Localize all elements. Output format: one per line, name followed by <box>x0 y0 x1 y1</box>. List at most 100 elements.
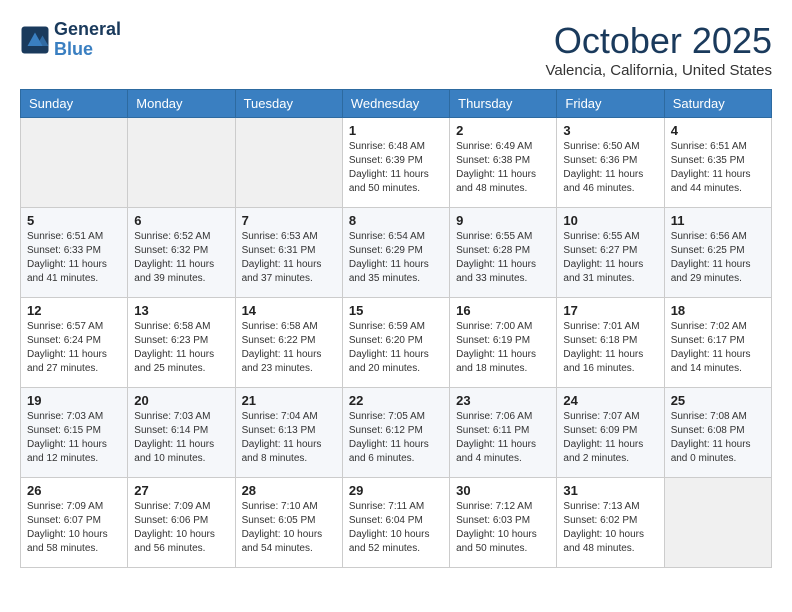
day-number: 6 <box>134 213 228 228</box>
logo: General Blue <box>20 20 121 60</box>
day-number: 23 <box>456 393 550 408</box>
day-number: 20 <box>134 393 228 408</box>
calendar-cell: 7Sunrise: 6:53 AM Sunset: 6:31 PM Daylig… <box>235 208 342 298</box>
calendar-cell <box>235 118 342 208</box>
weekday-header-row: SundayMondayTuesdayWednesdayThursdayFrid… <box>21 90 772 118</box>
day-info: Sunrise: 7:13 AM Sunset: 6:02 PM Dayligh… <box>563 500 657 556</box>
calendar-week-2: 5 Sunrise: 6:51 AM Sunset: 6:33 PM Daylig… <box>21 208 772 298</box>
weekday-friday: Friday <box>557 90 664 118</box>
day-info: Sunrise: 6:54 AM Sunset: 6:29 PM Dayligh… <box>349 230 443 286</box>
calendar-cell: 5 Sunrise: 6:51 AM Sunset: 6:33 PM Daylig… <box>21 208 128 298</box>
calendar-week-3: 12 Sunrise: 6:57 AM Sunset: 6:24 PM Dayli… <box>21 298 772 388</box>
logo-text: General Blue <box>54 20 121 60</box>
weekday-saturday: Saturday <box>664 90 771 118</box>
calendar-cell: 6 Sunrise: 6:52 AM Sunset: 6:32 PM Daylig… <box>128 208 235 298</box>
day-number: 19 <box>27 393 121 408</box>
day-number: 1 <box>349 123 443 138</box>
calendar-cell: 26Sunrise: 7:09 AM Sunset: 6:07 PM Dayli… <box>21 478 128 568</box>
day-info: Sunrise: 7:09 AM Sunset: 6:06 PM Dayligh… <box>134 500 228 556</box>
calendar-week-4: 19Sunrise: 7:03 AM Sunset: 6:15 PM Dayli… <box>21 388 772 478</box>
weekday-tuesday: Tuesday <box>235 90 342 118</box>
day-info: Sunrise: 6:52 AM Sunset: 6:32 PM Dayligh… <box>134 230 228 286</box>
day-info: Sunrise: 6:50 AM Sunset: 6:36 PM Dayligh… <box>563 140 657 196</box>
day-number: 11 <box>671 213 765 228</box>
calendar-cell <box>128 118 235 208</box>
day-number: 14 <box>242 303 336 318</box>
month-title: October 2025 <box>545 20 772 62</box>
logo-icon <box>20 25 50 55</box>
weekday-monday: Monday <box>128 90 235 118</box>
day-info: Sunrise: 7:12 AM Sunset: 6:03 PM Dayligh… <box>456 500 550 556</box>
calendar-cell: 9Sunrise: 6:55 AM Sunset: 6:28 PM Daylig… <box>450 208 557 298</box>
calendar-cell <box>664 478 771 568</box>
day-number: 24 <box>563 393 657 408</box>
day-number: 15 <box>349 303 443 318</box>
calendar-cell: 8 Sunrise: 6:54 AM Sunset: 6:29 PM Daylig… <box>342 208 449 298</box>
weekday-wednesday: Wednesday <box>342 90 449 118</box>
day-info: Sunrise: 6:53 AM Sunset: 6:31 PM Dayligh… <box>242 230 336 286</box>
day-info: Sunrise: 7:00 AM Sunset: 6:19 PM Dayligh… <box>456 320 550 376</box>
day-number: 31 <box>563 483 657 498</box>
calendar-cell: 24Sunrise: 7:07 AM Sunset: 6:09 PM Dayli… <box>557 388 664 478</box>
day-number: 29 <box>349 483 443 498</box>
day-number: 5 <box>27 213 121 228</box>
day-info: Sunrise: 7:02 AM Sunset: 6:17 PM Dayligh… <box>671 320 765 376</box>
day-number: 3 <box>563 123 657 138</box>
day-info: Sunrise: 6:55 AM Sunset: 6:27 PM Dayligh… <box>563 230 657 286</box>
weekday-sunday: Sunday <box>21 90 128 118</box>
day-number: 28 <box>242 483 336 498</box>
calendar-cell: 29 Sunrise: 7:11 AM Sunset: 6:04 PM Dayli… <box>342 478 449 568</box>
day-number: 27 <box>134 483 228 498</box>
day-number: 25 <box>671 393 765 408</box>
day-info: Sunrise: 7:04 AM Sunset: 6:13 PM Dayligh… <box>242 410 336 466</box>
calendar-cell: 3 Sunrise: 6:50 AM Sunset: 6:36 PM Daylig… <box>557 118 664 208</box>
day-info: Sunrise: 7:10 AM Sunset: 6:05 PM Dayligh… <box>242 500 336 556</box>
calendar-cell: 20 Sunrise: 7:03 AM Sunset: 6:14 PM Dayli… <box>128 388 235 478</box>
day-info: Sunrise: 7:01 AM Sunset: 6:18 PM Dayligh… <box>563 320 657 376</box>
calendar-table: SundayMondayTuesdayWednesdayThursdayFrid… <box>20 89 772 568</box>
calendar-cell: 11 Sunrise: 6:56 AM Sunset: 6:25 PM Dayli… <box>664 208 771 298</box>
calendar-cell: 22 Sunrise: 7:05 AM Sunset: 6:12 PM Dayli… <box>342 388 449 478</box>
calendar-cell: 1 Sunrise: 6:48 AM Sunset: 6:39 PM Daylig… <box>342 118 449 208</box>
location-subtitle: Valencia, California, United States <box>545 62 772 79</box>
title-block: October 2025 Valencia, California, Unite… <box>545 20 772 79</box>
day-number: 8 <box>349 213 443 228</box>
calendar-cell: 25 Sunrise: 7:08 AM Sunset: 6:08 PM Dayli… <box>664 388 771 478</box>
day-info: Sunrise: 7:11 AM Sunset: 6:04 PM Dayligh… <box>349 500 443 556</box>
day-number: 18 <box>671 303 765 318</box>
day-number: 4 <box>671 123 765 138</box>
day-number: 30 <box>456 483 550 498</box>
day-info: Sunrise: 7:06 AM Sunset: 6:11 PM Dayligh… <box>456 410 550 466</box>
day-info: Sunrise: 6:56 AM Sunset: 6:25 PM Dayligh… <box>671 230 765 286</box>
calendar-cell: 13Sunrise: 6:58 AM Sunset: 6:23 PM Dayli… <box>128 298 235 388</box>
day-info: Sunrise: 7:03 AM Sunset: 6:14 PM Dayligh… <box>134 410 228 466</box>
calendar-cell: 18 Sunrise: 7:02 AM Sunset: 6:17 PM Dayli… <box>664 298 771 388</box>
calendar-cell: 17Sunrise: 7:01 AM Sunset: 6:18 PM Dayli… <box>557 298 664 388</box>
page-header: General Blue October 2025 Valencia, Cali… <box>20 20 772 79</box>
day-number: 12 <box>27 303 121 318</box>
calendar-cell: 31 Sunrise: 7:13 AM Sunset: 6:02 PM Dayli… <box>557 478 664 568</box>
calendar-week-1: 1 Sunrise: 6:48 AM Sunset: 6:39 PM Daylig… <box>21 118 772 208</box>
calendar-cell: 14Sunrise: 6:58 AM Sunset: 6:22 PM Dayli… <box>235 298 342 388</box>
calendar-cell: 4 Sunrise: 6:51 AM Sunset: 6:35 PM Daylig… <box>664 118 771 208</box>
day-number: 22 <box>349 393 443 408</box>
calendar-week-5: 26Sunrise: 7:09 AM Sunset: 6:07 PM Dayli… <box>21 478 772 568</box>
calendar-cell <box>21 118 128 208</box>
calendar-cell: 30 Sunrise: 7:12 AM Sunset: 6:03 PM Dayli… <box>450 478 557 568</box>
day-info: Sunrise: 7:05 AM Sunset: 6:12 PM Dayligh… <box>349 410 443 466</box>
calendar-cell: 2 Sunrise: 6:49 AM Sunset: 6:38 PM Daylig… <box>450 118 557 208</box>
day-number: 10 <box>563 213 657 228</box>
day-info: Sunrise: 6:55 AM Sunset: 6:28 PM Dayligh… <box>456 230 550 286</box>
day-info: Sunrise: 7:08 AM Sunset: 6:08 PM Dayligh… <box>671 410 765 466</box>
day-info: Sunrise: 6:51 AM Sunset: 6:33 PM Dayligh… <box>27 230 121 286</box>
day-info: Sunrise: 6:57 AM Sunset: 6:24 PM Dayligh… <box>27 320 121 376</box>
day-number: 13 <box>134 303 228 318</box>
day-number: 21 <box>242 393 336 408</box>
day-info: Sunrise: 6:49 AM Sunset: 6:38 PM Dayligh… <box>456 140 550 196</box>
day-info: Sunrise: 6:51 AM Sunset: 6:35 PM Dayligh… <box>671 140 765 196</box>
day-number: 2 <box>456 123 550 138</box>
calendar-cell: 27 Sunrise: 7:09 AM Sunset: 6:06 PM Dayli… <box>128 478 235 568</box>
day-info: Sunrise: 6:48 AM Sunset: 6:39 PM Dayligh… <box>349 140 443 196</box>
calendar-cell: 19Sunrise: 7:03 AM Sunset: 6:15 PM Dayli… <box>21 388 128 478</box>
calendar-body: 1 Sunrise: 6:48 AM Sunset: 6:39 PM Daylig… <box>21 118 772 568</box>
